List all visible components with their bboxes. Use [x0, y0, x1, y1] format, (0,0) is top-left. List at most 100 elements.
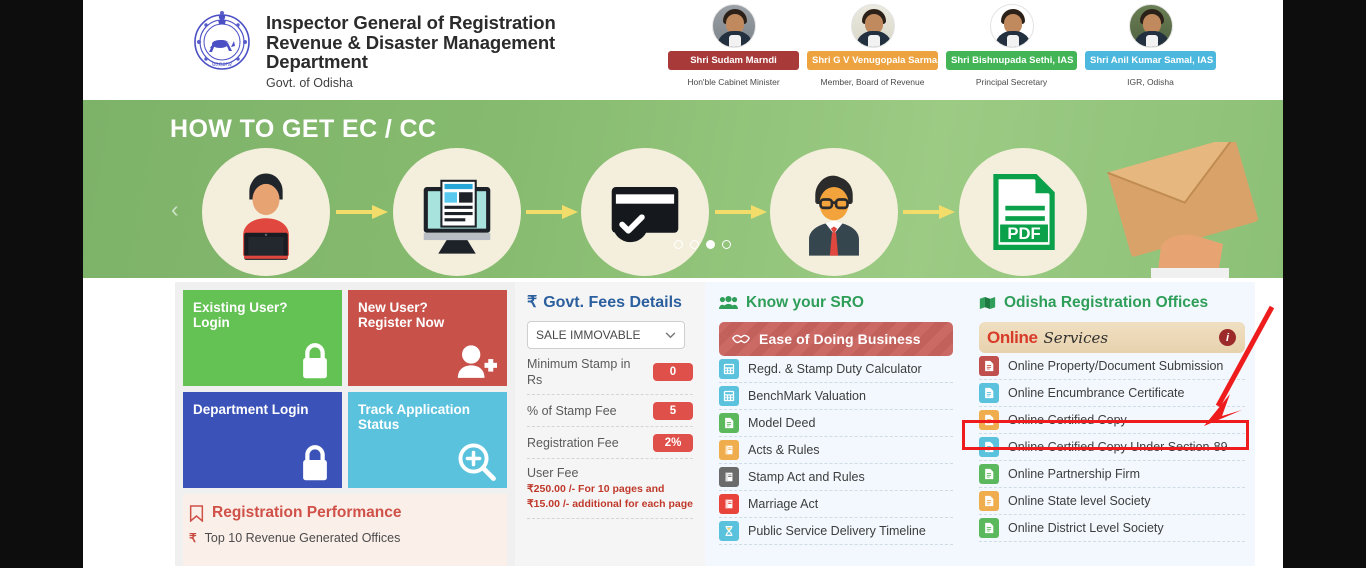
govt-fees-label: Govt. Fees Details — [543, 294, 682, 311]
step-arrow-icon — [903, 205, 955, 219]
carousel-dot[interactable] — [674, 240, 683, 249]
step-user-with-laptop-icon — [202, 148, 330, 276]
office-item-label: Online Certified Copy Under Section-89 — [1008, 440, 1228, 454]
fee-value-badge: 2% — [653, 434, 693, 452]
officials-strip: Shri Sudam Marndi Hon'ble Cabinet Minist… — [668, 4, 1216, 87]
office-item-label: Online State level Society — [1008, 494, 1151, 508]
document-icon — [979, 437, 999, 457]
quick-links-grid: Existing User? Login New User? Register … — [183, 290, 507, 488]
ease-of-doing-business-banner[interactable]: Ease of Doing Business — [719, 322, 953, 356]
avatar — [989, 4, 1034, 48]
fee-value-badge: 0 — [653, 363, 693, 381]
sro-item-stamp-act-and-rules[interactable]: Stamp Act and Rules — [719, 464, 953, 491]
step-arrow-icon — [336, 205, 388, 219]
tile-line-2: Register Now — [358, 315, 445, 330]
sro-item-acts-and-rules[interactable]: Acts & Rules — [719, 437, 953, 464]
fee-row: % of Stamp Fee 5 — [527, 395, 693, 427]
official-card[interactable]: Shri Anil Kumar Samal, IAS IGR, Odisha — [1085, 4, 1216, 87]
handshake-icon — [732, 333, 750, 345]
site-header: ସତ୍ୟମେବ Inspector General of Registratio… — [83, 0, 1283, 100]
know-your-sro-column: Know your SRO Ease of Doing Business Reg… — [705, 282, 965, 566]
step-arrow-icon — [715, 205, 767, 219]
map-icon — [979, 296, 996, 310]
sro-item-public-service-delivery-timeline[interactable]: Public Service Delivery Timeline — [719, 518, 953, 545]
tile-line-1: Track Application — [358, 402, 471, 417]
carousel-dots[interactable] — [674, 240, 731, 249]
carousel-dot[interactable] — [722, 240, 731, 249]
registration-performance-label: Registration Performance — [212, 504, 402, 521]
department-login-tile[interactable]: Department Login — [183, 392, 342, 488]
hero-carousel[interactable]: HOW TO GET EC / CC ‹ › — [83, 100, 1283, 278]
office-item-online-partnership-firm[interactable]: Online Partnership Firm — [979, 461, 1245, 488]
avatar — [1128, 4, 1173, 48]
fee-row: Registration Fee 2% — [527, 427, 693, 459]
step-officer-review-icon — [770, 148, 898, 276]
hourglass-icon — [719, 521, 739, 541]
carousel-prev-chevron-left-icon[interactable]: ‹ — [171, 198, 179, 221]
carousel-title: HOW TO GET EC / CC — [170, 115, 437, 143]
sro-item-label: Model Deed — [748, 416, 816, 430]
sro-item-model-deed[interactable]: Model Deed — [719, 410, 953, 437]
search-plus-icon — [457, 442, 497, 482]
document-icon — [979, 410, 999, 430]
official-card[interactable]: Shri G V Venugopala Sarma, IAS Member, B… — [807, 4, 958, 87]
online-services-word-online: Online — [987, 327, 1038, 347]
top-revenue-offices-label: Top 10 Revenue Generated Offices — [204, 531, 401, 545]
office-item-online-certified-copy-section-89[interactable]: Online Certified Copy Under Section-89 — [979, 434, 1245, 461]
online-services-word-services: Services — [1043, 328, 1109, 347]
lock-icon — [298, 443, 332, 482]
carousel-dot[interactable] — [690, 240, 699, 249]
registration-performance-panel: Registration Performance ₹ Top 10 Revenu… — [183, 494, 507, 566]
step-pdf-certificate-icon: PDF — [959, 148, 1087, 276]
sro-item-label: Regd. & Stamp Duty Calculator — [748, 362, 922, 376]
know-your-sro-title: Know your SRO — [719, 294, 953, 312]
official-card[interactable]: Shri Sudam Marndi Hon'ble Cabinet Minist… — [668, 4, 799, 87]
tile-line-1: Existing User? — [193, 300, 288, 315]
track-application-status-tile[interactable]: Track Application Status — [348, 392, 507, 488]
tile-line-1: New User? — [358, 300, 428, 315]
screenshot-root: ସତ୍ୟମେବ Inspector General of Registratio… — [0, 0, 1366, 568]
add-user-icon — [457, 344, 497, 380]
office-item-label: Online Certified Copy — [1008, 413, 1127, 427]
sro-item-regd-stamp-duty-calculator[interactable]: Regd. & Stamp Duty Calculator — [719, 356, 953, 383]
carousel-dot-active[interactable] — [706, 240, 715, 249]
step-arrow-icon — [526, 205, 578, 219]
official-role: Principal Secretary — [975, 77, 1048, 87]
brand-subtitle: Govt. of Odisha — [266, 75, 353, 90]
existing-user-login-tile[interactable]: Existing User? Login — [183, 290, 342, 386]
office-item-online-state-level-society[interactable]: Online State level Society — [979, 488, 1245, 515]
book-icon — [719, 440, 739, 460]
book-icon — [719, 494, 739, 514]
office-item-label: Online District Level Society — [1008, 521, 1164, 535]
document-icon — [979, 518, 999, 538]
lock-icon — [298, 341, 332, 380]
deed-type-selected-value: SALE IMMOVABLE — [536, 328, 641, 342]
official-role: Hon'ble Cabinet Minister — [687, 77, 780, 87]
official-card[interactable]: Shri Bishnupada Sethi, IAS Principal Sec… — [946, 4, 1077, 87]
main-content: Existing User? Login New User? Register … — [83, 278, 1283, 568]
fee-value-badge: 5 — [653, 402, 693, 420]
office-item-label: Online Encumbrance Certificate — [1008, 386, 1185, 400]
official-name: Shri Anil Kumar Samal, IAS — [1085, 51, 1216, 70]
content-columns: Existing User? Login New User? Register … — [175, 282, 1255, 566]
tile-line-2: Status — [358, 417, 400, 432]
envelope-in-hand-icon — [1099, 142, 1283, 278]
svg-text:PDF: PDF — [1007, 224, 1040, 243]
sro-item-benchmark-valuation[interactable]: BenchMark Valuation — [719, 383, 953, 410]
new-user-register-tile[interactable]: New User? Register Now — [348, 290, 507, 386]
official-name: Shri G V Venugopala Sarma, IAS — [807, 51, 958, 70]
office-item-online-district-level-society[interactable]: Online District Level Society — [979, 515, 1245, 542]
avatar — [850, 4, 895, 48]
fee-row: Minimum Stamp in Rs 0 — [527, 349, 693, 395]
step-online-application-monitor-icon — [393, 148, 521, 276]
page: ସତ୍ୟମେବ Inspector General of Registratio… — [83, 0, 1283, 568]
user-fee-value: ₹250.00 /- For 10 pages and ₹15.00 /- ad… — [527, 483, 693, 510]
fee-label: Minimum Stamp in Rs — [527, 357, 631, 387]
sro-item-label: Public Service Delivery Timeline — [748, 524, 926, 538]
deed-type-select[interactable]: SALE IMMOVABLE — [527, 321, 685, 349]
sro-item-marriage-act[interactable]: Marriage Act — [719, 491, 953, 518]
rupee-icon: ₹ — [527, 294, 538, 311]
sro-item-label: Stamp Act and Rules — [748, 470, 865, 484]
tile-line-2: Login — [193, 315, 230, 330]
top-revenue-offices-item[interactable]: ₹ Top 10 Revenue Generated Offices — [189, 531, 499, 545]
